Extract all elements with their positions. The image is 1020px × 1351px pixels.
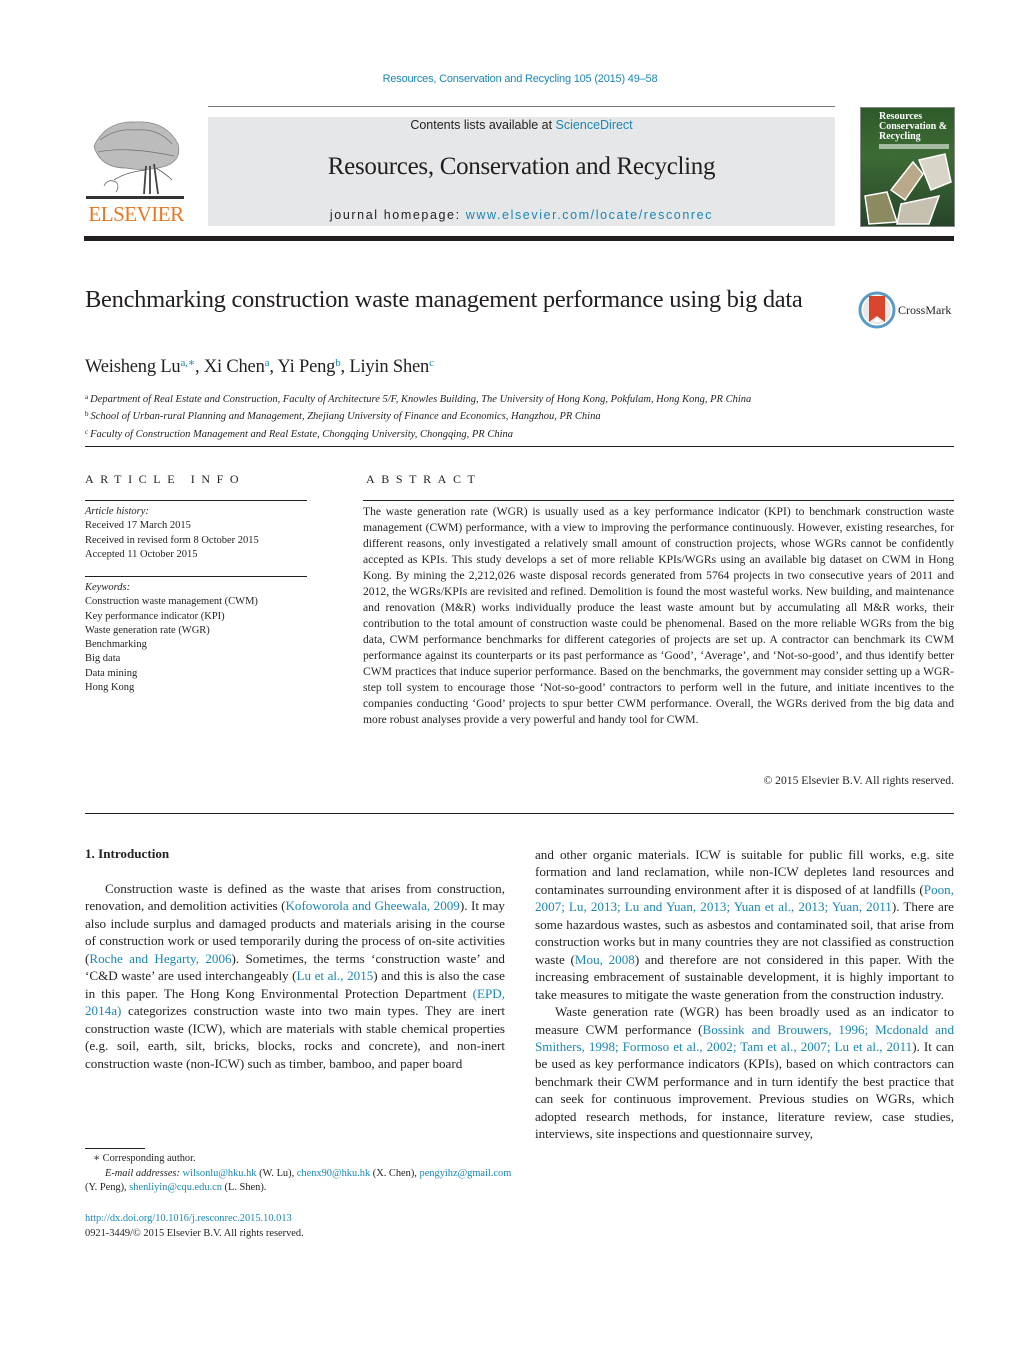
paragraph-text: ). It can be used as key performance ind…	[535, 1038, 954, 1142]
paragraph: Waste generation rate (WGR) has been bro…	[535, 1003, 954, 1143]
affiliation-divider	[85, 446, 954, 447]
citation-link[interactable]: Mou, 2008	[575, 952, 635, 967]
sciencedirect-link[interactable]: ScienceDirect	[556, 118, 633, 132]
contents-available-line: Contents lists available at ScienceDirec…	[410, 118, 633, 132]
cover-recycle-arrows-icon	[864, 153, 952, 225]
elsevier-logo[interactable]: ELSEVIER	[84, 114, 188, 226]
doi-link[interactable]: http://dx.doi.org/10.1016/j.resconrec.20…	[85, 1213, 292, 1224]
journal-name: Resources, Conservation and Recycling	[327, 153, 716, 180]
footnotes: ∗ Corresponding author. E-mail addresses…	[85, 1152, 515, 1196]
keyword: Data mining	[85, 667, 138, 679]
keyword: Big data	[85, 653, 121, 665]
author-list: Weisheng Lua,∗, Xi Chena, Yi Pengb, Liyi…	[85, 357, 434, 377]
article-history: Article history: Received 17 March 2015 …	[85, 505, 259, 562]
elsevier-tree-icon	[86, 121, 184, 199]
email-addresses: E-mail addresses: wilsonlu@hku.hk (W. Lu…	[85, 1167, 512, 1194]
doi-block: http://dx.doi.org/10.1016/j.resconrec.20…	[85, 1212, 304, 1241]
history-item: Received 17 March 2015	[85, 520, 191, 532]
author-affiliation-mark[interactable]: a	[265, 357, 270, 369]
author-affiliation-mark[interactable]: a,∗	[180, 357, 195, 369]
journal-homepage-link[interactable]: www.elsevier.com/locate/resconrec	[466, 208, 713, 222]
paragraph-text: categorizes construction waste into two …	[85, 1003, 505, 1071]
paragraph-text: and other organic materials. ICW is suit…	[535, 847, 954, 897]
history-item: Accepted 11 October 2015	[85, 548, 198, 560]
author[interactable]: Xi Chena	[204, 357, 270, 377]
article-info-heading: ARTICLE INFO	[85, 472, 246, 486]
affiliations: a Department of Real Estate and Construct…	[85, 390, 751, 442]
email-link[interactable]: pengyihz@gmail.com	[420, 1168, 512, 1179]
abstract-copyright: © 2015 Elsevier B.V. All rights reserved…	[763, 774, 954, 787]
article-title: Benchmarking construction waste manageme…	[85, 286, 803, 313]
journal-citation-link[interactable]: Resources, Conservation and Recycling 10…	[0, 73, 1020, 85]
keyword: Construction waste management (CWM)	[85, 596, 258, 608]
affiliation: b School of Urban-rural Planning and Mana…	[85, 410, 601, 423]
citation-link[interactable]: Roche and Hegarty, 2006	[89, 951, 231, 966]
email-link[interactable]: chenx90@hku.hk	[297, 1168, 370, 1179]
cover-subtitle	[879, 144, 949, 149]
section-heading-introduction: 1. Introduction	[85, 846, 170, 861]
elsevier-wordmark: ELSEVIER	[88, 202, 184, 226]
cover-title: Resources Conservation & Recycling	[879, 111, 948, 142]
crossmark-icon	[858, 291, 896, 329]
affiliation: c Faculty of Construction Management and …	[85, 427, 513, 440]
keyword: Waste generation rate (WGR)	[85, 624, 210, 636]
email-link[interactable]: wilsonlu@hku.hk	[183, 1168, 257, 1179]
journal-cover-thumbnail[interactable]: Resources Conservation & Recycling	[860, 107, 955, 227]
email-link[interactable]: shenliyin@cqu.edu.cn	[129, 1182, 222, 1193]
citation-link[interactable]: Lu et al., 2015	[297, 968, 374, 983]
keywords-list: Keywords: Construction waste management …	[85, 581, 258, 695]
paragraph: Construction waste is defined as the was…	[85, 880, 505, 1072]
author-affiliation-mark[interactable]: c	[429, 357, 434, 369]
header-rule	[208, 106, 835, 107]
abstract-end-divider	[85, 813, 954, 814]
history-item: Received in revised form 8 October 2015	[85, 534, 259, 546]
body-column-left: Construction waste is defined as the was…	[85, 880, 505, 1072]
corresponding-author-note: ∗ Corresponding author.	[93, 1153, 196, 1164]
footnote-rule	[85, 1148, 145, 1149]
article-info-divider	[85, 500, 307, 501]
header-thick-rule	[84, 236, 954, 241]
body-column-right: and other organic materials. ICW is suit…	[535, 846, 954, 1143]
abstract-divider	[363, 500, 954, 501]
author[interactable]: Liyin Shenc	[349, 357, 434, 377]
paragraph: and other organic materials. ICW is suit…	[535, 846, 954, 1003]
author-affiliation-mark[interactable]: b	[335, 357, 341, 369]
keyword: Hong Kong	[85, 682, 135, 694]
affiliation: a Department of Real Estate and Construct…	[85, 393, 752, 405]
crossmark-button[interactable]: CrossMark	[858, 291, 958, 329]
keyword: Benchmarking	[85, 639, 147, 651]
keywords-divider	[85, 576, 307, 577]
journal-homepage-line: journal homepage: www.elsevier.com/locat…	[329, 208, 714, 222]
issn-copyright: 0921-3449/© 2015 Elsevier B.V. All right…	[85, 1227, 304, 1239]
author[interactable]: Yi Pengb	[277, 357, 340, 377]
author[interactable]: Weisheng Lua,∗	[85, 357, 195, 377]
journal-banner: Contents lists available at ScienceDirec…	[208, 117, 835, 226]
keyword: Key performance indicator (KPI)	[85, 610, 225, 622]
crossmark-label: CrossMark	[898, 303, 952, 317]
citation-link[interactable]: Kofoworola and Gheewala, 2009	[285, 898, 459, 913]
abstract-text: The waste generation rate (WGR) is usual…	[363, 505, 954, 726]
abstract-heading: ABSTRACT	[366, 472, 482, 486]
